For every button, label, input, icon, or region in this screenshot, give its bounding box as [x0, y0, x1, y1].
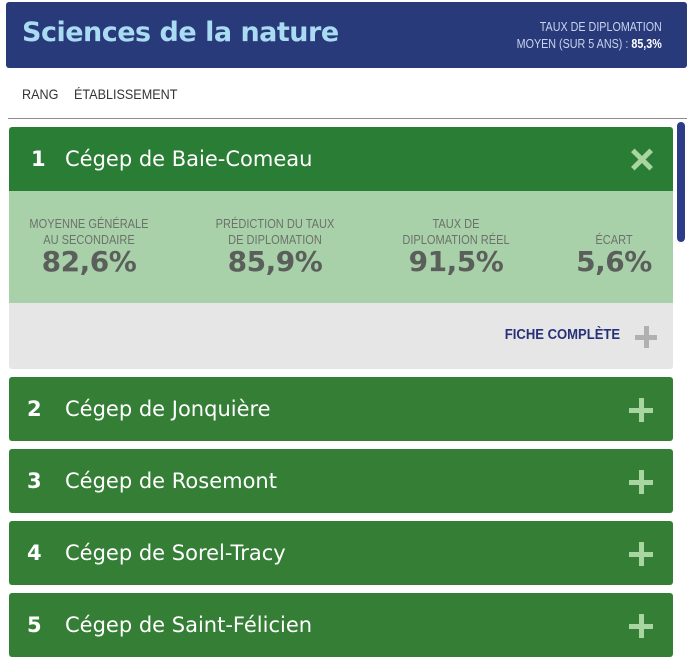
page-header: Sciences de la nature TAUX DE DIPLOMATIO… — [6, 2, 687, 68]
plus-icon[interactable] — [629, 542, 653, 566]
plus-icon[interactable] — [629, 470, 653, 494]
stat-value: 91,5% — [408, 245, 504, 278]
average-graduation-rate: TAUX DE DIPLOMATION MOYEN (SUR 5 ANS) : … — [517, 19, 662, 53]
full-profile-bar[interactable]: FICHE COMPLÈTE — [9, 303, 673, 369]
stat-value: 85,9% — [227, 245, 323, 278]
rank-number: 5 — [27, 613, 42, 637]
institution-name: Cégep de Sorel-Tracy — [65, 541, 286, 565]
rank-number: 1 — [31, 147, 46, 171]
column-rank[interactable]: RANG — [22, 86, 58, 102]
plus-icon[interactable] — [635, 326, 657, 348]
stat-value: 5,6% — [576, 245, 652, 278]
list-item[interactable]: 2 Cégep de Jonquière — [9, 377, 673, 441]
rank-number: 3 — [27, 469, 42, 493]
stat-label: MOYENNE GÉNÉRALE — [29, 216, 149, 231]
scrollbar-thumb[interactable] — [677, 122, 685, 242]
stat-value: 85,3% — [631, 37, 662, 51]
stat-label-line1: TAUX DE DIPLOMATION — [539, 20, 662, 34]
institution-name: Cégep de Jonquière — [65, 397, 271, 421]
institution-name: Cégep de Rosemont — [65, 469, 277, 493]
stat-label: TAUX DE — [432, 216, 480, 231]
plus-icon[interactable] — [629, 398, 653, 422]
column-headers: RANG ÉTABLISSEMENT — [22, 86, 189, 106]
rank-number: 2 — [27, 397, 42, 421]
list-item[interactable]: 5 Cégep de Saint-Félicien — [9, 593, 673, 657]
plus-icon[interactable] — [629, 614, 653, 638]
institution-name: Cégep de Baie-Comeau — [65, 147, 313, 171]
program-title: Sciences de la nature — [22, 17, 339, 48]
stat-value: 82,6% — [41, 245, 137, 278]
scrollbar[interactable] — [675, 120, 687, 660]
stats-panel: MOYENNE GÉNÉRALE AU SECONDAIRE 82,6% PRÉ… — [9, 191, 673, 303]
divider — [8, 118, 687, 119]
ranking-list: 1 Cégep de Baie-Comeau MOYENNE GÉNÉRALE … — [9, 127, 673, 665]
full-profile-link[interactable]: FICHE COMPLÈTE — [505, 327, 620, 343]
list-item-expanded: 1 Cégep de Baie-Comeau MOYENNE GÉNÉRALE … — [9, 127, 673, 369]
rank-number: 4 — [27, 541, 42, 565]
list-item[interactable]: 3 Cégep de Rosemont — [9, 449, 673, 513]
close-icon[interactable] — [631, 148, 653, 170]
stat-label-prefix: MOYEN (SUR 5 ANS) : — [516, 37, 629, 51]
stat-label-line2: MOYEN (SUR 5 ANS) : 85,3% — [517, 36, 662, 53]
list-item-header[interactable]: 1 Cégep de Baie-Comeau — [9, 127, 673, 191]
list-item[interactable]: 4 Cégep de Sorel-Tracy — [9, 521, 673, 585]
stat-label: PRÉDICTION DU TAUX — [215, 216, 335, 231]
institution-name: Cégep de Saint-Félicien — [65, 613, 313, 637]
column-institution[interactable]: ÉTABLISSEMENT — [74, 86, 177, 102]
